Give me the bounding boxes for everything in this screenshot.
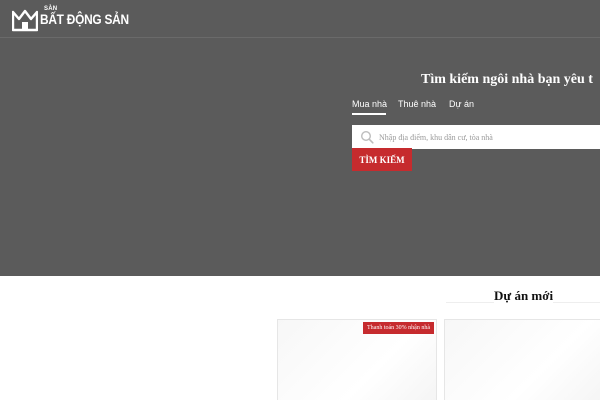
search-button[interactable]: TÌM KIẾM xyxy=(352,148,412,171)
tab-project[interactable]: Dự án xyxy=(449,99,474,115)
project-card[interactable] xyxy=(444,319,600,400)
hero-search-section: Tìm kiếm ngôi nhà bạn yêu t Mua nhà Thuê… xyxy=(0,38,600,276)
crown-house-icon xyxy=(12,9,38,32)
project-card[interactable]: Thanh toán 30% nhận nhà xyxy=(277,319,437,400)
logo-brand-text: BẤT ĐỘNG SẢN xyxy=(40,11,129,27)
payment-badge: Thanh toán 30% nhận nhà xyxy=(363,322,434,334)
search-icon xyxy=(360,130,374,144)
search-box xyxy=(352,125,600,149)
hero-title: Tìm kiếm ngôi nhà bạn yêu t xyxy=(421,72,593,87)
site-header: SÀN BẤT ĐỘNG SẢN xyxy=(0,0,600,38)
tab-rent[interactable]: Thuê nhà xyxy=(398,99,436,115)
search-input[interactable] xyxy=(379,128,599,146)
new-projects-title: Dự án mới xyxy=(494,288,554,304)
site-logo[interactable]: SÀN BẤT ĐỘNG SẢN xyxy=(12,6,129,32)
tab-buy[interactable]: Mua nhà xyxy=(352,99,387,115)
